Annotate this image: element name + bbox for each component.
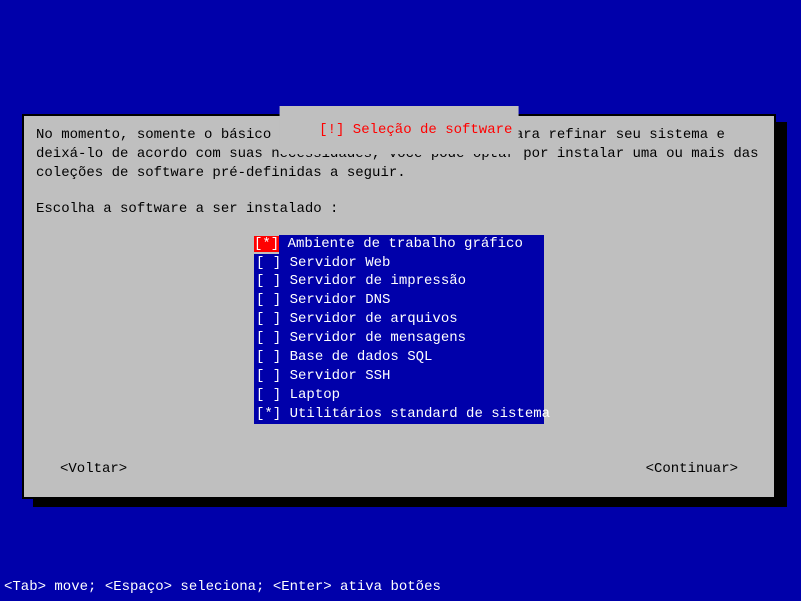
checkbox-icon[interactable]: [ ] bbox=[256, 273, 290, 289]
back-button[interactable]: <Voltar> bbox=[36, 461, 151, 477]
software-item-label: Laptop bbox=[290, 387, 340, 403]
software-selection-dialog: [!] Seleção de software No momento, some… bbox=[22, 114, 776, 499]
software-item-label: Ambiente de trabalho gráfico bbox=[279, 236, 523, 252]
checkbox-icon[interactable]: [*] bbox=[254, 236, 279, 252]
title-warning-icon: [!] bbox=[319, 122, 353, 138]
software-item[interactable]: [ ] Servidor de arquivos bbox=[254, 310, 544, 329]
software-item-label: Servidor de arquivos bbox=[290, 311, 458, 327]
software-item[interactable]: [ ] Laptop bbox=[254, 386, 544, 405]
checkbox-icon[interactable]: [ ] bbox=[256, 292, 290, 308]
software-item-label: Servidor DNS bbox=[290, 292, 391, 308]
software-item[interactable]: [*] Utilitários standard de sistema bbox=[254, 405, 544, 424]
software-item[interactable]: [ ] Servidor SSH bbox=[254, 367, 544, 386]
software-item[interactable]: [ ] Servidor DNS bbox=[254, 291, 544, 310]
checkbox-icon[interactable]: [ ] bbox=[256, 255, 290, 271]
software-item[interactable]: [ ] Servidor de mensagens bbox=[254, 329, 544, 348]
dialog-buttons: <Voltar> <Continuar> bbox=[36, 461, 762, 477]
dialog-title: [!] Seleção de software bbox=[280, 106, 519, 154]
title-text: Seleção de software bbox=[353, 122, 513, 138]
checkbox-icon[interactable]: [ ] bbox=[256, 387, 290, 403]
software-item-label: Utilitários standard de sistema bbox=[290, 406, 550, 422]
software-item[interactable]: [ ] Base de dados SQL bbox=[254, 348, 544, 367]
software-item[interactable]: [ ] Servidor Web bbox=[254, 254, 544, 273]
dialog-content: No momento, somente o básico do sistema … bbox=[24, 116, 774, 434]
software-item-label: Base de dados SQL bbox=[290, 349, 433, 365]
software-item-label: Servidor Web bbox=[290, 255, 391, 271]
help-line: <Tab> move; <Espaço> seleciona; <Enter> … bbox=[0, 577, 801, 601]
software-list: [*] Ambiente de trabalho gráfico[ ] Serv… bbox=[36, 235, 762, 424]
checkbox-icon[interactable]: [ ] bbox=[256, 311, 290, 327]
checkbox-icon[interactable]: [*] bbox=[256, 406, 290, 422]
software-item[interactable]: [*] Ambiente de trabalho gráfico bbox=[254, 235, 544, 254]
continue-button[interactable]: <Continuar> bbox=[622, 461, 762, 477]
software-item-label: Servidor de impressão bbox=[290, 273, 466, 289]
dialog-prompt: Escolha a software a ser instalado : bbox=[36, 201, 762, 217]
checkbox-icon[interactable]: [ ] bbox=[256, 349, 290, 365]
software-item-label: Servidor SSH bbox=[290, 368, 391, 384]
software-item[interactable]: [ ] Servidor de impressão bbox=[254, 272, 544, 291]
checkbox-icon[interactable]: [ ] bbox=[256, 368, 290, 384]
checkbox-icon[interactable]: [ ] bbox=[256, 330, 290, 346]
software-item-label: Servidor de mensagens bbox=[290, 330, 466, 346]
